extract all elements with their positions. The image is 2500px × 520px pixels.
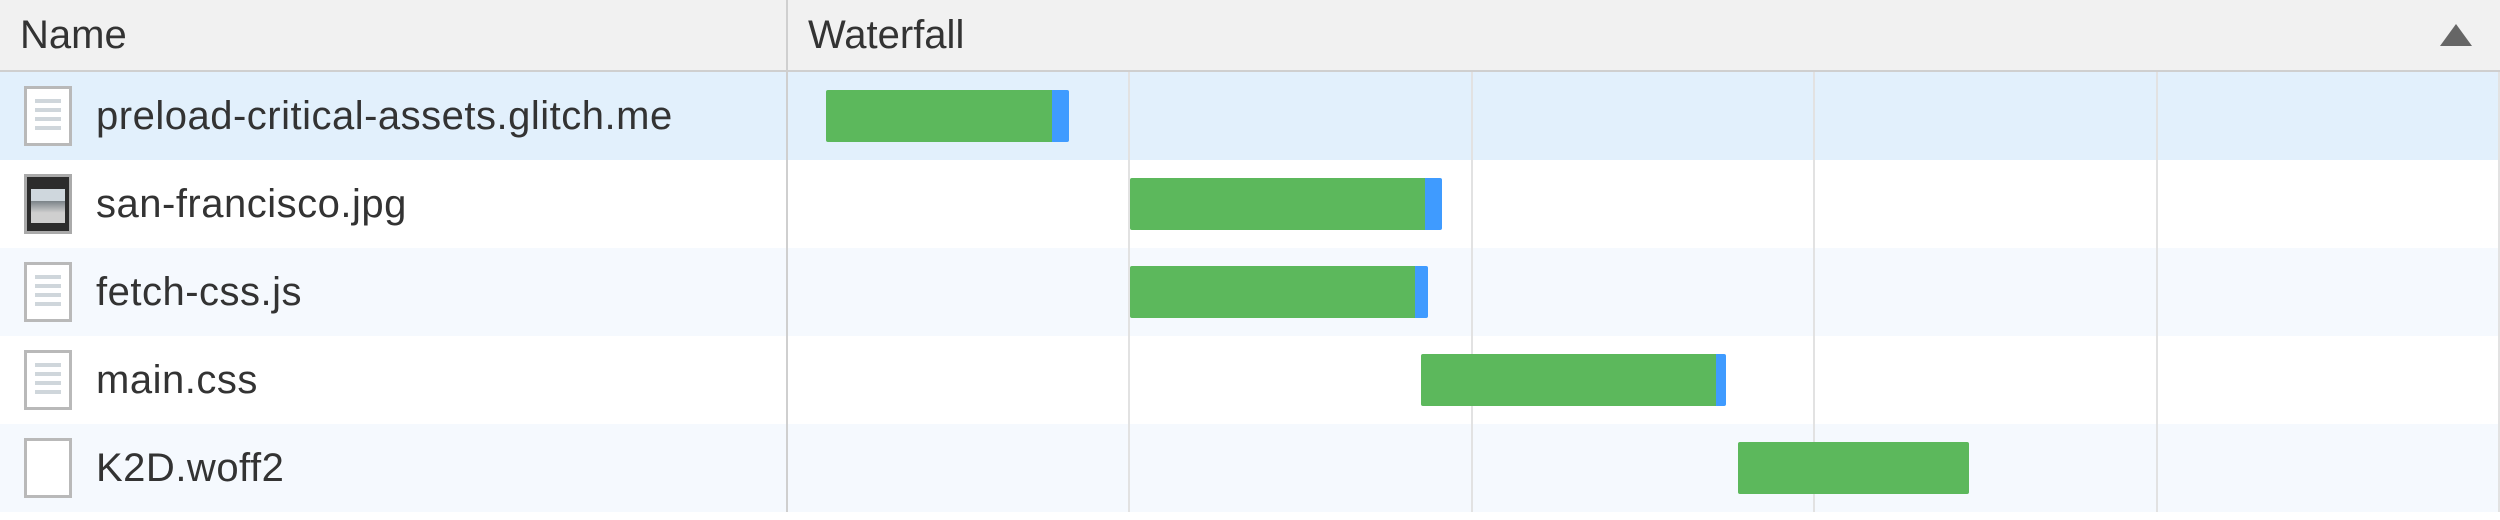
waterfall-bar-track: [788, 266, 2500, 318]
column-header-name[interactable]: Name: [0, 0, 788, 70]
waterfall-bar[interactable]: [1421, 354, 1726, 406]
table-row[interactable]: preload-critical-assets.glitch.me: [0, 72, 2500, 160]
bar-download-segment: [1130, 178, 1424, 230]
table-row[interactable]: fetch-css.js: [0, 248, 2500, 336]
file-text-icon: [24, 350, 72, 410]
waterfall-bar[interactable]: [1738, 442, 1969, 494]
waterfall-bar-track: [788, 354, 2500, 406]
file-font-icon: [24, 438, 72, 498]
sort-ascending-icon: [2440, 24, 2472, 46]
waterfall-bar[interactable]: [1130, 266, 1428, 318]
waterfall-cell[interactable]: [788, 424, 2500, 512]
waterfall-bar[interactable]: [826, 90, 1069, 142]
column-header-waterfall-label: Waterfall: [808, 13, 964, 58]
file-name-label: fetch-css.js: [96, 270, 302, 315]
bar-tail-segment: [1052, 90, 1069, 142]
file-text-icon: [24, 262, 72, 322]
file-image-icon: [24, 174, 72, 234]
waterfall-cell[interactable]: [788, 160, 2500, 248]
waterfall-bar[interactable]: [1130, 178, 1442, 230]
bar-download-segment: [1738, 442, 1969, 494]
waterfall-bar-track: [788, 442, 2500, 494]
name-cell[interactable]: preload-critical-assets.glitch.me: [0, 72, 788, 160]
bar-tail-segment: [1415, 266, 1429, 318]
name-cell[interactable]: K2D.woff2: [0, 424, 788, 512]
column-header-name-label: Name: [20, 13, 127, 58]
table-row[interactable]: K2D.woff2: [0, 424, 2500, 512]
bar-tail-segment: [1716, 354, 1726, 406]
file-name-label: K2D.woff2: [96, 446, 284, 491]
waterfall-bar-track: [788, 90, 2500, 142]
table-row[interactable]: main.css: [0, 336, 2500, 424]
bar-download-segment: [826, 90, 1052, 142]
name-cell[interactable]: fetch-css.js: [0, 248, 788, 336]
waterfall-cell[interactable]: [788, 248, 2500, 336]
table-header: Name Waterfall: [0, 0, 2500, 72]
column-header-waterfall[interactable]: Waterfall: [788, 0, 2500, 70]
waterfall-cell[interactable]: [788, 72, 2500, 160]
bar-tail-segment: [1425, 178, 1442, 230]
table-body: preload-critical-assets.glitch.me san-fra…: [0, 72, 2500, 512]
waterfall-cell[interactable]: [788, 336, 2500, 424]
bar-download-segment: [1130, 266, 1414, 318]
bar-download-segment: [1421, 354, 1715, 406]
name-cell[interactable]: san-francisco.jpg: [0, 160, 788, 248]
table-row[interactable]: san-francisco.jpg: [0, 160, 2500, 248]
name-cell[interactable]: main.css: [0, 336, 788, 424]
file-name-label: preload-critical-assets.glitch.me: [96, 94, 673, 139]
file-text-icon: [24, 86, 72, 146]
network-panel: Name Waterfall preload-critical-assets.g…: [0, 0, 2500, 520]
file-name-label: san-francisco.jpg: [96, 182, 407, 227]
waterfall-bar-track: [788, 178, 2500, 230]
file-name-label: main.css: [96, 358, 258, 403]
